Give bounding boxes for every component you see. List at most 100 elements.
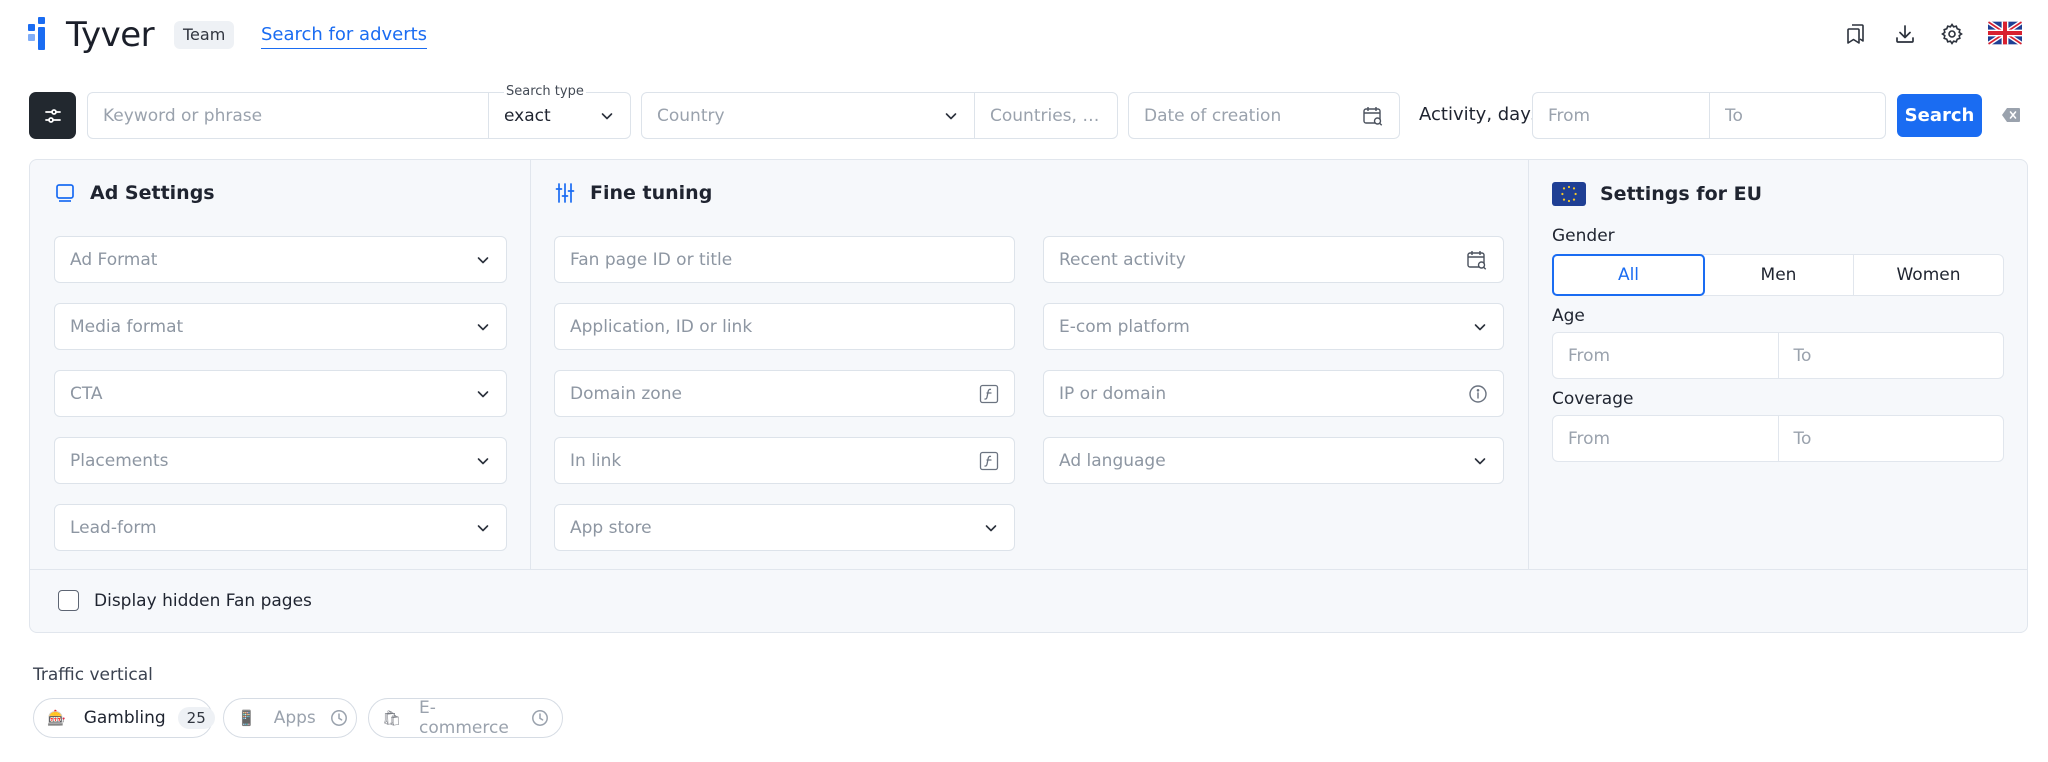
ecom-platform-select[interactable]: E-com platform — [1043, 303, 1504, 350]
lead-form-select[interactable]: Lead-form — [54, 504, 507, 551]
download-icon[interactable] — [1891, 20, 1919, 48]
logo[interactable]: Tyver — [28, 15, 155, 55]
logo-mark-icon — [28, 17, 58, 53]
chip-gambling-label: Gambling — [83, 708, 166, 728]
age-from-input[interactable]: From — [1553, 333, 1779, 378]
calendar-search-icon[interactable] — [1362, 105, 1384, 127]
activity-days-label: Activity, days — [1419, 104, 1541, 125]
calendar-search-icon[interactable] — [1466, 249, 1488, 271]
activity-from-input[interactable]: From — [1532, 92, 1710, 139]
in-link-input[interactable]: In link — [554, 437, 1015, 484]
domain-zone-input[interactable]: Domain zone — [554, 370, 1015, 417]
chevron-down-icon — [475, 319, 491, 335]
ad-settings-title: Ad Settings — [54, 182, 215, 204]
country-select[interactable]: Country — [641, 92, 975, 139]
activity-from-placeholder: From — [1548, 105, 1591, 126]
chevron-down-icon — [475, 520, 491, 536]
fine-tuning-title-text: Fine tuning — [590, 182, 713, 204]
ad-format-placeholder: Ad Format — [70, 249, 158, 270]
search-type-label: Search type — [504, 84, 586, 99]
keyword-placeholder: Keyword or phrase — [103, 105, 263, 126]
coverage-from-input[interactable]: From — [1553, 416, 1779, 461]
media-format-select[interactable]: Media format — [54, 303, 507, 350]
application-input[interactable]: Application, ID or link — [554, 303, 1015, 350]
clear-icon[interactable] — [2000, 104, 2022, 126]
filters-toggle-button[interactable] — [29, 92, 76, 139]
row-divider — [30, 569, 2027, 570]
search-type-value: exact — [504, 105, 551, 126]
column-divider — [530, 160, 531, 569]
chip-apps[interactable]: 📱 Apps — [223, 698, 357, 738]
ad-format-select[interactable]: Ad Format — [54, 236, 507, 283]
traffic-vertical-label: Traffic vertical — [33, 665, 153, 685]
logo-text: Tyver — [66, 15, 155, 55]
sliders-icon — [44, 108, 61, 123]
gender-segmented-control: All Men Women — [1552, 254, 2004, 296]
ip-domain-placeholder: IP or domain — [1059, 383, 1167, 404]
cta-select[interactable]: CTA — [54, 370, 507, 417]
gender-option-men[interactable]: Men — [1704, 255, 1854, 295]
application-placeholder: Application, ID or link — [570, 316, 753, 337]
coverage-range: From To — [1552, 415, 2004, 462]
eu-flag-icon — [1552, 182, 1586, 206]
age-label: Age — [1552, 306, 1585, 326]
date-placeholder: Date of creation — [1144, 105, 1282, 126]
chevron-down-icon — [1472, 319, 1488, 335]
gender-option-all[interactable]: All — [1552, 254, 1705, 296]
recent-activity-placeholder: Recent activity — [1059, 249, 1186, 270]
chevron-down-icon — [599, 108, 615, 124]
fine-tuning-title: Fine tuning — [554, 182, 712, 204]
media-format-placeholder: Media format — [70, 316, 184, 337]
tuning-sliders-icon — [554, 182, 576, 204]
formula-icon[interactable] — [979, 451, 999, 471]
display-hidden-checkbox[interactable] — [58, 590, 79, 611]
coverage-to-input[interactable]: To — [1779, 416, 2004, 461]
coverage-label: Coverage — [1552, 389, 1634, 409]
filter-panel: Ad Settings Ad Format Media format CTA P… — [29, 159, 2028, 633]
chevron-down-icon — [983, 520, 999, 536]
domain-zone-placeholder: Domain zone — [570, 383, 682, 404]
clock-icon — [330, 709, 348, 727]
settings-gear-icon[interactable] — [1938, 20, 1966, 48]
clock-icon — [531, 709, 549, 727]
ad-screen-icon — [54, 182, 76, 204]
ecom-platform-placeholder: E-com platform — [1059, 316, 1190, 337]
countries-placeholder: Countries, u... — [990, 105, 1102, 126]
ad-language-select[interactable]: Ad language — [1043, 437, 1504, 484]
uk-flag-icon[interactable] — [1988, 20, 2022, 46]
ad-settings-title-text: Ad Settings — [90, 182, 215, 204]
search-button[interactable]: Search — [1897, 94, 1982, 137]
info-icon[interactable] — [1468, 384, 1488, 404]
chevron-down-icon — [1472, 453, 1488, 469]
formula-icon[interactable] — [979, 384, 999, 404]
bookmarks-icon[interactable] — [1842, 20, 1870, 48]
chevron-down-icon — [475, 252, 491, 268]
display-hidden-label: Display hidden Fan pages — [94, 590, 312, 611]
chip-ecommerce-label: E-commerce — [419, 698, 509, 738]
placements-select[interactable]: Placements — [54, 437, 507, 484]
age-to-input[interactable]: To — [1779, 333, 2004, 378]
chevron-down-icon — [475, 386, 491, 402]
display-hidden-fan-pages-toggle[interactable]: Display hidden Fan pages — [58, 590, 312, 611]
placements-placeholder: Placements — [70, 450, 169, 471]
recent-activity-field[interactable]: Recent activity — [1043, 236, 1504, 283]
countries-select[interactable]: Countries, u... — [974, 92, 1118, 139]
activity-to-input[interactable]: To — [1709, 92, 1886, 139]
app-store-select[interactable]: App store — [554, 504, 1015, 551]
date-of-creation-field[interactable]: Date of creation — [1128, 92, 1400, 139]
phone-icon: 📱 — [237, 709, 256, 727]
team-badge[interactable]: Team — [174, 21, 235, 49]
eu-settings-title: Settings for EU — [1552, 182, 1762, 206]
keyword-input[interactable]: Keyword or phrase — [87, 92, 489, 139]
column-divider — [1528, 160, 1529, 569]
search-adverts-link[interactable]: Search for adverts — [261, 24, 428, 49]
top-header: Tyver Team Search for adverts — [0, 0, 2048, 70]
fan-page-input[interactable]: Fan page ID or title — [554, 236, 1015, 283]
ip-domain-input[interactable]: IP or domain — [1043, 370, 1504, 417]
app-store-placeholder: App store — [570, 517, 652, 538]
search-type-select[interactable]: exact — [488, 92, 631, 139]
gender-option-women[interactable]: Women — [1854, 255, 2003, 295]
chip-ecommerce[interactable]: 🛍 E-commerce — [368, 698, 563, 738]
in-link-placeholder: In link — [570, 450, 622, 471]
chip-gambling[interactable]: 🎰 Gambling 25 — [33, 698, 215, 738]
